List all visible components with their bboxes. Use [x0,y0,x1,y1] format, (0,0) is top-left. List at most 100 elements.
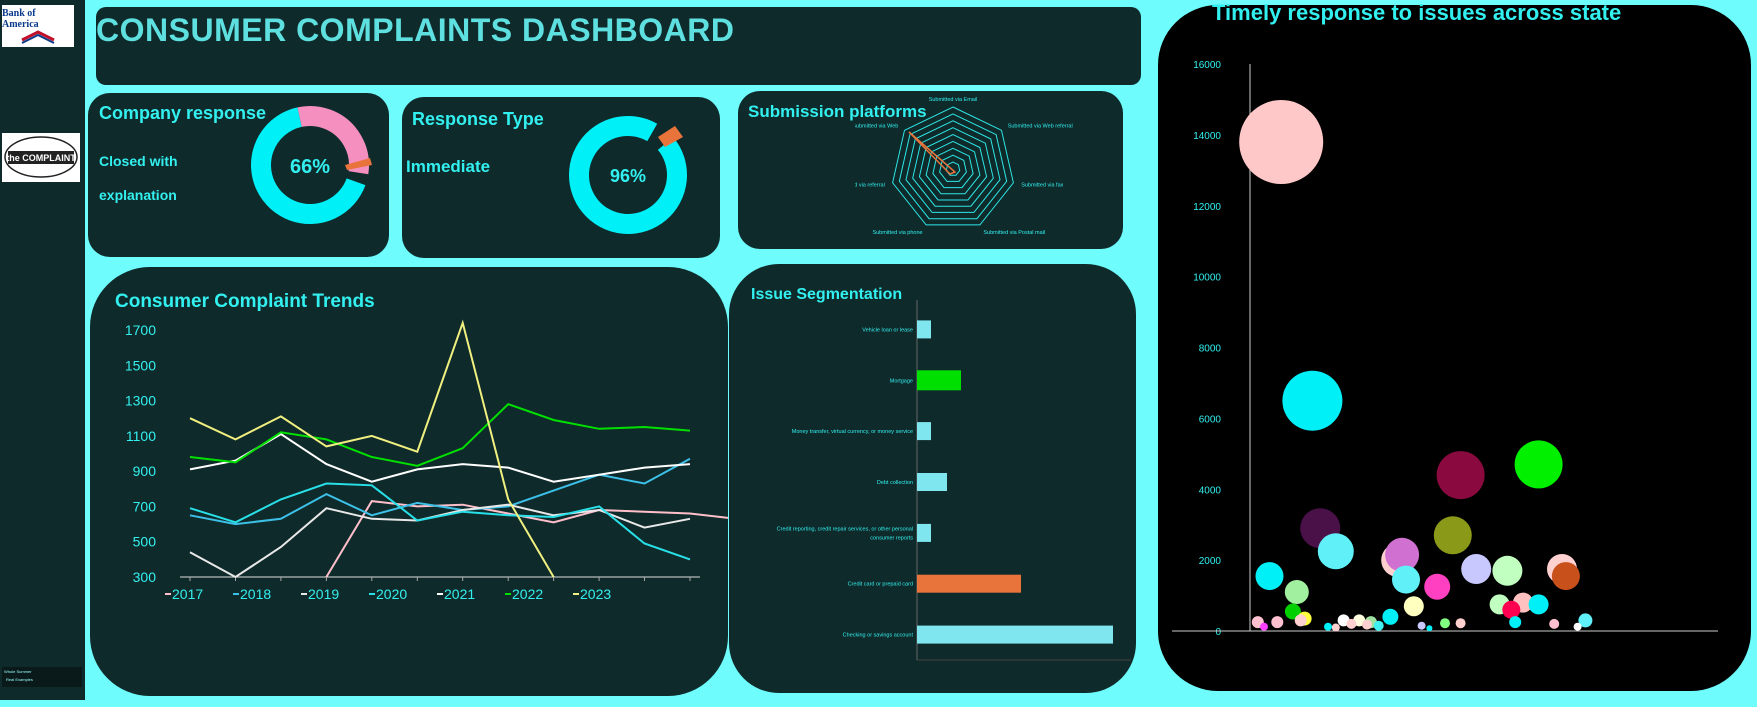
timely-bubble [1455,618,1466,629]
bank-logo: Bank of America [2,5,74,47]
response-type-label: Immediate [406,157,491,176]
timely-y-tick: 16000 [1193,60,1221,71]
radar-axis-label: Submitted via referral [855,183,885,189]
timely-y-tick: 6000 [1199,414,1222,425]
issue-bar [917,422,931,441]
timely-bubble [1346,618,1357,629]
company-response-percent: 66% [290,156,330,178]
issues-card: Issue Segmentation Vehicle loan or lease… [729,264,1136,693]
timely-bubble [1382,608,1399,625]
trends-y-tick: 300 [133,569,157,585]
issue-bar [917,370,961,391]
timely-bubble [1433,516,1472,555]
timely-bubble [1551,562,1580,591]
trends-card: Consumer Complaint Trends 1700 1500 1300 11… [90,267,728,696]
trends-legend-label: 2018 [240,586,271,602]
issue-label: Money transfer, virtual currency, or mon… [792,429,913,435]
trends-series-2023 [189,319,555,578]
issue-label: Credit card or prepaid card [848,582,913,588]
radar-ring [892,106,1014,226]
trends-series-2017 [325,500,728,578]
timely-y-tick: 0 [1215,627,1221,638]
timely-y-tick: 4000 [1199,485,1222,496]
issues-chart: Vehicle loan or lease Mortgage Money trans… [777,300,1131,661]
issue-bar [917,574,1021,593]
timely-bubble [1440,618,1450,629]
timely-bubble [1392,565,1420,594]
trends-y-tick: 1500 [125,357,156,373]
issue-label: Mortgage [890,378,913,384]
timely-bubble [1282,370,1343,431]
trends-legend-label: 2019 [308,586,339,602]
timely-bubble [1373,620,1384,631]
response-type-title: Response Type [412,109,544,129]
timely-y-tick: 2000 [1199,556,1222,567]
flag-icon [21,30,55,44]
issue-label: Debt collection [877,480,913,486]
timely-bubble [1417,621,1426,630]
timely-bubble [1509,616,1522,629]
timely-bubble [1514,440,1563,489]
issue-bar [917,523,931,542]
trends-legend-label: 2022 [512,586,543,602]
timely-bubble [1260,622,1268,631]
timely-bubble [1426,625,1433,632]
trends-chart: 1700 1500 1300 1100 900 700 500 300 2017 2018 2019… [125,319,728,602]
timely-y-tick: 8000 [1199,344,1222,355]
response-type-donut: 96% [569,116,687,234]
timely-bubble [1317,533,1354,570]
trends-legend-label: 2023 [580,586,611,602]
company-response-donut: 66% [251,106,372,224]
complaint-logo: the COMPLAINT [2,133,80,182]
radar-axis-label: Submitted via phone [872,230,922,236]
issue-label: Credit reporting, credit repair services… [777,526,913,532]
trends-y-tick: 500 [133,534,157,550]
timely-bubble [1528,594,1549,615]
radar-axis-label: Submitted via Postal mail [983,230,1045,236]
issue-bar [917,320,931,339]
timely-bubble [1294,614,1307,627]
mini-legend-item: Whole Summer [4,669,32,674]
company-response-label-2: explanation [99,187,177,203]
issue-bar [917,473,947,491]
timely-bubble [1502,600,1521,619]
submission-radar: Submitted via Email Submitted via Web ref… [855,97,1073,236]
timely-title: Timely response to issues across state [1212,0,1622,25]
timely-bubble [1461,554,1492,584]
response-type-card: Response Type Immediate 96% [402,97,720,258]
header: CONSUMER COMPLAINTS DASHBOARD [96,7,1141,85]
response-type-percent: 96% [610,166,646,186]
issue-label: consumer reports [870,535,913,541]
timely-bubble [1492,555,1523,586]
mini-legend-item: Real Examples [6,677,33,682]
timely-y-tick: 10000 [1193,273,1221,284]
timely-chart: 16000 14000 12000 10000 8000 6000 4000 2000 0 [1172,60,1718,638]
radar-ring [912,127,994,207]
issue-label: Checking or savings account [843,633,914,639]
mini-legend: Whole Summer Real Examples [2,667,82,687]
timely-panel: 16000 14000 12000 10000 8000 6000 4000 2000 0 [1158,5,1751,691]
radar-axis-label: Submitted via fax [1021,183,1063,189]
company-response-title: Company response [99,103,267,123]
company-response-label-1: Closed with [99,153,178,169]
timely-y-tick: 12000 [1193,202,1221,213]
trends-y-tick: 1300 [125,393,156,409]
trends-series-2022 [189,402,691,467]
timely-bubble [1324,622,1332,631]
timely-bubble [1424,573,1451,600]
page-title: CONSUMER COMPLAINTS DASHBOARD [96,12,735,48]
complaint-logo-text: the COMPLAINT [6,153,76,163]
radar-axis-label: Submitted via Email [929,97,978,103]
trends-y-tick: 1700 [125,322,156,338]
timely-bubble [1239,100,1324,184]
timely-bubble [1284,580,1309,604]
trends-y-tick: 900 [133,463,157,479]
bank-logo-text: Bank of America [2,8,39,30]
trends-legend-label: 2021 [444,586,475,602]
trends-y-tick: 1100 [126,428,156,444]
trends-y-tick: 700 [133,498,157,514]
timely-bubble [1331,623,1340,632]
timely-bubble [1403,596,1424,617]
radar-axis-label: Submitted via Web [855,123,898,129]
trends-legend-label: 2017 [172,586,203,602]
